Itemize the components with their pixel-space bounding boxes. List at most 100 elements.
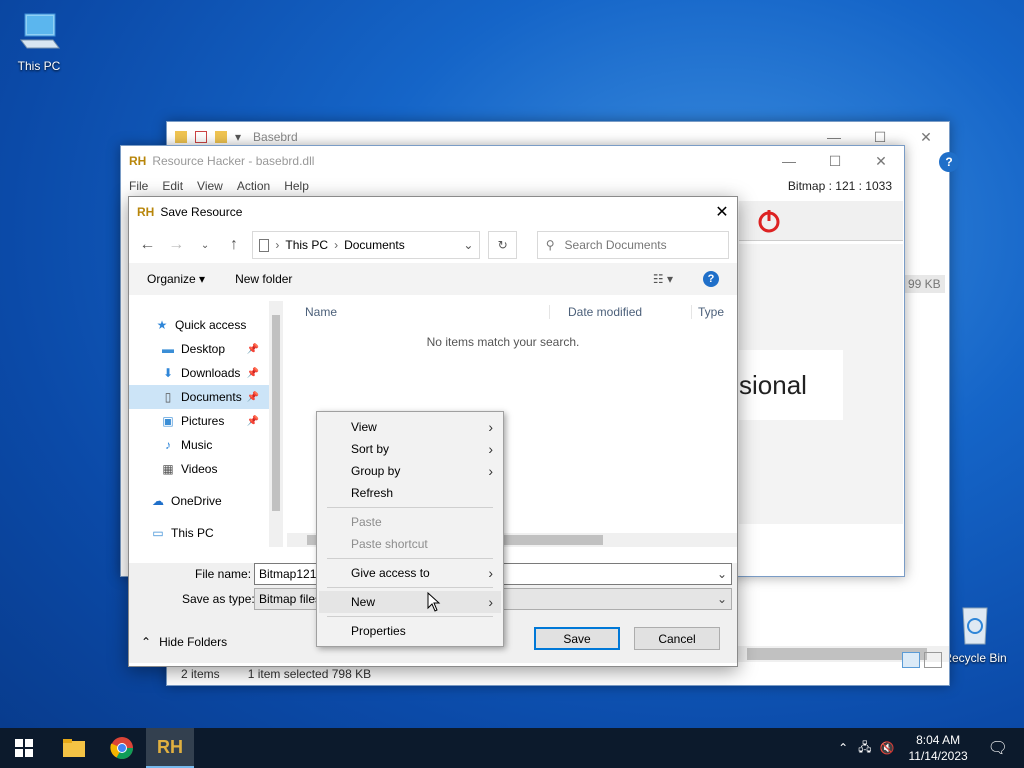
menu-edit[interactable]: Edit bbox=[162, 179, 183, 193]
sidebar-item-onedrive[interactable]: ☁ OneDrive bbox=[129, 489, 269, 513]
recent-locations-chevron-icon[interactable]: ⌄ bbox=[195, 240, 216, 251]
start-button[interactable] bbox=[0, 728, 48, 768]
context-menu-item-label: Group by bbox=[351, 464, 401, 478]
explorer-title: Basebrd bbox=[253, 130, 298, 144]
up-arrow-icon[interactable]: ↑ bbox=[224, 236, 245, 254]
details-view-icon[interactable] bbox=[902, 652, 920, 668]
new-folder-button[interactable]: New folder bbox=[235, 272, 292, 286]
menu-help[interactable]: Help bbox=[284, 179, 309, 193]
hide-folders-toggle[interactable]: ⌃ Hide Folders bbox=[141, 635, 227, 649]
search-input[interactable]: ⚲ Search Documents bbox=[536, 231, 730, 259]
close-button[interactable]: ✕ bbox=[903, 122, 949, 152]
dialog-navbar: ← → ⌄ ↑ › This PC › Documents ⌄ ↻ ⚲ Sear… bbox=[129, 227, 737, 263]
sidebar-item-music[interactable]: ♪ Music bbox=[129, 433, 269, 457]
column-header-row: Name Date modified Type bbox=[287, 301, 737, 323]
rh-app-icon: RH bbox=[129, 154, 147, 168]
desktop-icon-recycle-bin[interactable]: Recycle Bin bbox=[940, 602, 1010, 665]
nav-pane-scrollbar[interactable] bbox=[269, 301, 283, 547]
power-icon[interactable] bbox=[755, 207, 783, 235]
breadcrumb-this-pc[interactable]: This PC bbox=[285, 238, 328, 252]
context-menu-item-view[interactable]: View › bbox=[319, 416, 501, 438]
clock[interactable]: 8:04 AM 11/14/2023 bbox=[909, 732, 968, 764]
menu-view[interactable]: View bbox=[197, 179, 223, 193]
context-menu-item-refresh[interactable]: Refresh bbox=[319, 482, 501, 504]
volume-muted-icon[interactable]: 🔇 bbox=[880, 741, 895, 755]
chevron-right-icon: › bbox=[488, 565, 493, 581]
view-options-icon[interactable]: ☷ ▾ bbox=[653, 272, 673, 286]
column-header-type[interactable]: Type bbox=[691, 305, 724, 319]
menu-separator bbox=[327, 507, 493, 508]
save-button[interactable]: Save bbox=[534, 627, 620, 650]
sidebar-item-downloads[interactable]: ⬇ Downloads 📌 bbox=[129, 361, 269, 385]
menu-separator bbox=[327, 616, 493, 617]
chevron-right-icon: › bbox=[488, 419, 493, 435]
large-icons-view-icon[interactable] bbox=[924, 652, 942, 668]
back-arrow-icon[interactable]: ← bbox=[137, 236, 158, 254]
download-arrow-icon: ⬇ bbox=[162, 366, 174, 380]
taskbar-chrome[interactable] bbox=[98, 728, 146, 768]
sidebar-item-pictures[interactable]: ▣ Pictures 📌 bbox=[129, 409, 269, 433]
context-menu-item-label: Paste bbox=[351, 515, 382, 529]
column-header-name[interactable]: Name bbox=[287, 305, 549, 319]
menu-action[interactable]: Action bbox=[237, 179, 270, 193]
menu-file[interactable]: File bbox=[129, 179, 148, 193]
hide-folders-label: Hide Folders bbox=[159, 635, 228, 649]
sidebar-item-quick-access[interactable]: ★ Quick access bbox=[129, 313, 269, 337]
network-icon[interactable]: 🖧 bbox=[858, 738, 871, 759]
forward-arrow-icon[interactable]: → bbox=[166, 236, 187, 254]
search-icon: ⚲ bbox=[545, 238, 555, 252]
rh-app-icon: RH bbox=[157, 736, 183, 757]
maximize-button[interactable]: ☐ bbox=[812, 146, 858, 176]
quick-access-dropdown-icon[interactable]: ▾ bbox=[235, 130, 241, 144]
sidebar-item-this-pc[interactable]: ▭ This PC bbox=[129, 521, 269, 545]
document-icon: ▯ bbox=[164, 390, 172, 404]
column-header-date-modified[interactable]: Date modified bbox=[549, 305, 691, 319]
taskbar-file-explorer[interactable] bbox=[50, 728, 98, 768]
dialog-title: Save Resource bbox=[160, 205, 243, 219]
context-menu-item-properties[interactable]: Properties bbox=[319, 620, 501, 642]
menu-separator bbox=[327, 558, 493, 559]
desktop-icon-this-pc[interactable]: This PC bbox=[4, 10, 74, 73]
sidebar-item-documents[interactable]: ▯ Documents 📌 bbox=[129, 385, 269, 409]
notifications-icon[interactable]: 🗨 bbox=[988, 738, 1008, 758]
view-toggle-group bbox=[902, 652, 942, 668]
sidebar-item-label: Downloads bbox=[181, 366, 241, 380]
rh-title: Resource Hacker - basebrd.dll bbox=[152, 154, 315, 168]
context-menu-item-group-by[interactable]: Group by › bbox=[319, 460, 501, 482]
context-menu-item-label: Refresh bbox=[351, 486, 394, 500]
dialog-toolbar: Organize ▾ New folder ☷ ▾ ? bbox=[129, 263, 737, 295]
sidebar-item-desktop[interactable]: ▬ Desktop 📌 bbox=[129, 337, 269, 361]
context-menu-item-new[interactable]: New › bbox=[319, 591, 501, 613]
show-hidden-icons-chevron-icon[interactable]: ⌃ bbox=[838, 741, 848, 755]
refresh-button[interactable]: ↻ bbox=[488, 231, 517, 259]
clock-time: 8:04 AM bbox=[916, 733, 961, 747]
context-menu-item-give-access-to[interactable]: Give access to › bbox=[319, 562, 501, 584]
address-bar[interactable]: › This PC › Documents ⌄ bbox=[252, 231, 481, 259]
rh-app-icon: RH bbox=[137, 205, 155, 219]
rh-titlebar[interactable]: RH Resource Hacker - basebrd.dll — ☐ ✕ bbox=[121, 146, 904, 176]
sidebar-item-label: This PC bbox=[171, 526, 214, 540]
help-icon[interactable]: ? bbox=[703, 271, 719, 287]
star-icon: ★ bbox=[156, 318, 168, 332]
size-badge: 99 KB bbox=[904, 275, 945, 293]
context-menu-item-sort-by[interactable]: Sort by › bbox=[319, 438, 501, 460]
breadcrumb-documents[interactable]: Documents bbox=[344, 238, 405, 252]
sidebar-item-videos[interactable]: ▦ Videos bbox=[129, 457, 269, 481]
close-button[interactable]: ✕ bbox=[858, 146, 904, 176]
close-icon[interactable]: ✕ bbox=[707, 202, 737, 222]
recycle-bin-icon bbox=[962, 607, 988, 645]
minimize-button[interactable]: — bbox=[766, 146, 812, 176]
pin-icon: 📌 bbox=[246, 391, 259, 403]
scrollbar-thumb[interactable] bbox=[272, 315, 280, 511]
chevron-down-icon[interactable]: ⌄ bbox=[717, 567, 731, 581]
cancel-button[interactable]: Cancel bbox=[634, 627, 720, 650]
organize-button[interactable]: Organize ▾ bbox=[147, 272, 205, 286]
rh-preview-panel: sional bbox=[739, 244, 903, 524]
scrollbar-thumb[interactable] bbox=[747, 648, 927, 660]
breadcrumb-separator-icon: › bbox=[275, 238, 280, 252]
address-dropdown-icon[interactable]: ⌄ bbox=[463, 238, 473, 252]
taskbar-resource-hacker[interactable]: RH bbox=[146, 728, 194, 768]
help-icon[interactable]: ? bbox=[939, 152, 959, 172]
dialog-titlebar[interactable]: RH Save Resource ✕ bbox=[129, 197, 737, 227]
context-menu-item-label: New bbox=[351, 595, 376, 609]
